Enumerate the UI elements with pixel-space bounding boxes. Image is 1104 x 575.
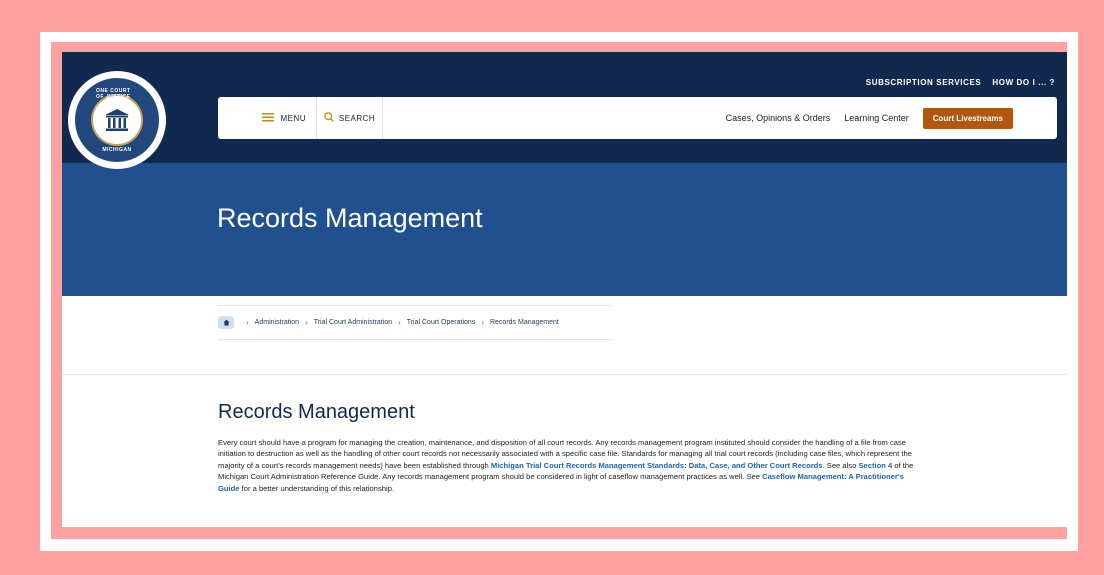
hero-title: Records Management (217, 203, 483, 233)
site-header: SUBSCRIPTION SERVICES HOW DO I ... ? MEN… (62, 52, 1067, 163)
seal-top-text: ONE COURT OF JUSTICE (96, 88, 131, 100)
utility-nav: SUBSCRIPTION SERVICES HOW DO I ... ? (866, 78, 1055, 87)
breadcrumb-item-records-management: Records Management (489, 319, 559, 326)
chevron-right-icon: › (246, 318, 249, 327)
chevron-right-icon: › (398, 318, 401, 327)
main-navbar: MENU SEARCH Cases, Opinions & Orders Lea… (218, 97, 1057, 139)
search-label: SEARCH (338, 113, 376, 123)
hamburger-icon (262, 112, 275, 124)
menu-button[interactable]: MENU (218, 97, 317, 139)
breadcrumb: › Administration › Trial Court Administr… (218, 305, 613, 340)
content-title: Records Management (218, 401, 415, 423)
paragraph-text: . See also (822, 460, 859, 470)
content-paragraph: Every court should have a program for ma… (218, 437, 918, 494)
chevron-right-icon: › (481, 318, 484, 327)
cases-opinions-orders-link[interactable]: Cases, Opinions & Orders (726, 113, 831, 123)
court-seal-logo[interactable]: ONE COURT OF JUSTICE MICHIGAN (68, 71, 166, 169)
breadcrumb-item-trial-court-administration[interactable]: Trial Court Administration (314, 319, 392, 326)
home-icon[interactable] (218, 316, 234, 329)
paragraph-text: for a better understanding of this relat… (239, 483, 395, 493)
site-viewport: SUBSCRIPTION SERVICES HOW DO I ... ? MEN… (62, 52, 1067, 527)
how-do-i-link[interactable]: HOW DO I ... ? (992, 78, 1055, 87)
search-button[interactable]: SEARCH (317, 97, 383, 139)
section-4-link[interactable]: Section 4 (858, 461, 892, 470)
search-icon (324, 112, 334, 124)
trial-court-records-standards-link[interactable]: Michigan Trial Court Records Management … (491, 461, 823, 470)
seal-bottom-text: MICHIGAN (102, 147, 132, 153)
hero-banner: Records Management (62, 163, 1067, 296)
section-divider (62, 374, 1067, 375)
chevron-right-icon: › (305, 318, 308, 327)
courthouse-icon (91, 94, 143, 146)
subscription-services-link[interactable]: SUBSCRIPTION SERVICES (866, 78, 982, 87)
breadcrumb-item-trial-court-operations[interactable]: Trial Court Operations (407, 319, 476, 326)
menu-label: MENU (280, 113, 306, 123)
court-livestreams-button[interactable]: Court Livestreams (922, 107, 1013, 129)
breadcrumb-item-administration[interactable]: Administration (255, 319, 299, 326)
nav-links: Cases, Opinions & Orders Learning Center… (726, 97, 1013, 139)
learning-center-link[interactable]: Learning Center (844, 113, 909, 123)
seal-ring: ONE COURT OF JUSTICE MICHIGAN (73, 76, 161, 164)
